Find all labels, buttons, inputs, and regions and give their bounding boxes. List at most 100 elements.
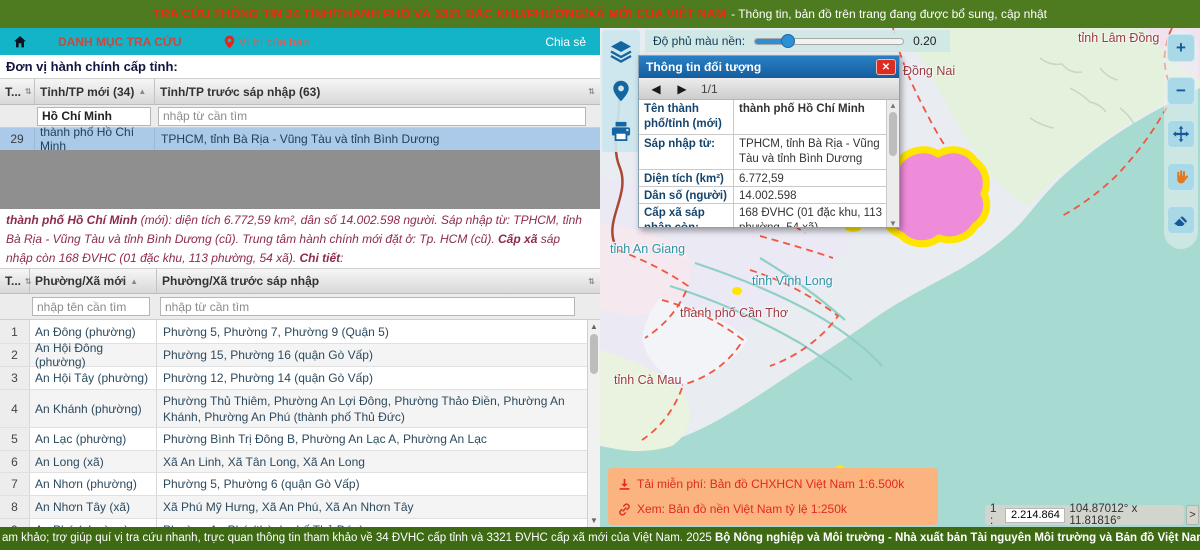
province-col-index[interactable]: T... ⇅: [0, 79, 35, 104]
printer-icon: [610, 121, 632, 141]
eraser-icon: [1172, 211, 1190, 229]
map-label-lam-dong: tỉnh Lâm Đồng: [1078, 31, 1159, 45]
nav-your-location[interactable]: Vị trí của bạn: [224, 35, 310, 49]
province-description: thành phố Hồ Chí Minh (mới): diện tích 6…: [0, 211, 592, 268]
title-bar: TRA CỨU THÔNG TIN 34 TỈNH/THÀNH PHỐ VÀ 3…: [0, 0, 1200, 28]
close-button[interactable]: ✕: [876, 59, 896, 75]
scrollbar-thumb[interactable]: [590, 334, 598, 374]
table-row[interactable]: 2 An Hội Đông (phường) Phường 15, Phường…: [0, 344, 587, 367]
opacity-value: 0.20: [913, 34, 936, 48]
province-old-filter-input[interactable]: [158, 107, 586, 126]
opacity-panel: Độ phủ màu nền: 0.20: [645, 30, 950, 52]
section-title: Đơn vị hành chính cấp tỉnh:: [6, 59, 178, 74]
scroll-up-icon[interactable]: ▲: [588, 322, 600, 331]
popup-attribute-table: Tên thành phố/tỉnh (mới) thành phố Hồ Ch…: [639, 100, 899, 228]
attribute-row: Dân số (người) 14.002.598: [639, 187, 899, 204]
sort-asc-icon: ▲: [138, 87, 146, 96]
scale-prefix: 1 :: [990, 503, 1001, 527]
view-link[interactable]: Xem: Bản đồ nền Việt Nam tỷ lệ 1:250k: [618, 502, 938, 516]
zoom-in-button[interactable]: +: [1167, 34, 1195, 62]
footer-publisher: Bộ Nông nghiệp và Môi trường - Nhà xuất …: [715, 532, 1200, 544]
attribute-row: Tên thành phố/tỉnh (mới) thành phố Hồ Ch…: [639, 100, 899, 135]
zoom-out-button[interactable]: −: [1167, 77, 1195, 105]
prev-icon: ◀: [651, 82, 660, 96]
pan-button[interactable]: [1167, 120, 1195, 148]
map-label-ca-mau: tỉnh Cà Mau: [614, 373, 681, 387]
table-row-selected[interactable]: 29 thành phố Hồ Chí Minh TPHCM, tỉnh Bà …: [0, 128, 600, 150]
next-button[interactable]: ▶: [669, 79, 695, 99]
attribute-row: Cấp xã sáp nhập còn: 168 ĐVHC (01 đặc kh…: [639, 204, 899, 228]
home-icon[interactable]: [12, 34, 28, 50]
sort-icon: ⇅: [588, 87, 595, 96]
opacity-label: Độ phủ màu nền:: [653, 34, 745, 48]
scroll-down-icon[interactable]: ▼: [887, 219, 899, 228]
download-icon: [618, 478, 631, 491]
print-button[interactable]: [608, 118, 634, 144]
table-row[interactable]: 8 An Nhơn Tây (xã) Xã Phú Mỹ Hưng, Xã An…: [0, 496, 587, 519]
scale-input[interactable]: [1005, 508, 1065, 523]
sort-icon: ⇅: [25, 87, 32, 96]
row-index: 29: [0, 128, 35, 150]
province-old-names: TPHCM, tỉnh Bà Rịa - Vũng Tàu và tỉnh Bì…: [155, 128, 600, 150]
scroll-up-icon[interactable]: ▲: [887, 101, 899, 110]
hand-icon: [1173, 168, 1190, 186]
slider-handle[interactable]: [781, 34, 795, 48]
map-toolbar: [602, 30, 640, 152]
map-label-dong-nai: Đồng Nai: [903, 64, 955, 78]
ward-rows: 1 An Đông (phường) Phường 5, Phường 7, P…: [0, 320, 587, 527]
map-label-vinh-long: tỉnh Vĩnh Long: [752, 274, 833, 288]
opacity-slider[interactable]: [754, 38, 904, 45]
province-filter-input[interactable]: [37, 107, 151, 126]
layers-button[interactable]: [608, 38, 634, 64]
table-row[interactable]: 4 An Khánh (phường) Phường Thủ Thiêm, Ph…: [0, 390, 587, 428]
attribute-row: Sáp nhập từ: TPHCM, tỉnh Bà Rịa - Vũng T…: [639, 135, 899, 170]
download-link[interactable]: Tải miễn phí: Bản đồ CHXHCN Việt Nam 1:6…: [618, 477, 938, 491]
ward-old-filter-input[interactable]: [160, 297, 575, 316]
ward-col-index[interactable]: T... ⇅: [0, 269, 30, 293]
nav-menu-catalog[interactable]: DANH MỤC TRA CỨU: [58, 35, 182, 49]
ward-col-old[interactable]: Phường/Xã trước sáp nhập ⇅: [157, 269, 600, 293]
ward-table: T... ⇅ Phường/Xã mới ▲ Phường/Xã trước s…: [0, 268, 600, 320]
province-table: T... ⇅ Tỉnh/TP mới (34) ▲ Tỉnh/TP trước …: [0, 78, 600, 150]
table-row[interactable]: 5 An Lạc (phường) Phường Bình Trị Đông B…: [0, 428, 587, 451]
attribute-row: Diện tích (km²) 6.772,59: [639, 170, 899, 187]
scale-bar: 1 : 104.87012° x 11.81816°: [985, 505, 1184, 525]
map-label-can-tho: thành phố Cần Thơ: [680, 306, 788, 320]
page-title: TRA CỨU THÔNG TIN 34 TỈNH/THÀNH PHỐ VÀ 3…: [153, 7, 726, 21]
zoom-in-icon: +: [1176, 38, 1186, 58]
ward-col-new[interactable]: Phường/Xã mới ▲: [30, 269, 157, 293]
province-col-new[interactable]: Tỉnh/TP mới (34) ▲: [35, 79, 155, 104]
locate-button[interactable]: [608, 78, 634, 104]
prev-button[interactable]: ◀: [643, 79, 669, 99]
map-links-box: Tải miễn phí: Bản đồ CHXHCN Việt Nam 1:6…: [608, 468, 938, 525]
scrollbar-thumb[interactable]: [889, 112, 897, 156]
popup-header[interactable]: Thông tin đối tượng ✕: [639, 56, 899, 78]
table-row[interactable]: 7 An Nhơn (phường) Phường 5, Phường 6 (q…: [0, 473, 587, 496]
ward-table-scrollbar[interactable]: ▲ ▼: [587, 320, 600, 527]
popup-scrollbar[interactable]: ▲ ▼: [886, 100, 899, 228]
scroll-down-icon[interactable]: ▼: [588, 516, 600, 525]
share-button[interactable]: Chia sẻ: [545, 35, 586, 49]
table-row[interactable]: 9 An Phú (phường) Phường An Phú (thành p…: [0, 519, 587, 527]
ward-filter-input[interactable]: [32, 297, 150, 316]
close-icon: ✕: [882, 62, 890, 73]
pan-icon: [1172, 125, 1190, 143]
location-pin-icon: [224, 35, 235, 49]
province-col-old[interactable]: Tỉnh/TP trước sáp nhập (63) ⇅: [155, 79, 600, 104]
left-panel: Đơn vị hành chính cấp tỉnh: T... ⇅ Tỉnh/…: [0, 55, 600, 527]
nav-location-label: Vị trí của bạn: [239, 35, 310, 49]
pan-hand-button[interactable]: [1167, 163, 1195, 191]
table-row[interactable]: 3 An Hội Tây (phường) Phường 12, Phường …: [0, 367, 587, 390]
popup-title: Thông tin đối tượng: [646, 60, 761, 74]
expand-button[interactable]: >: [1186, 505, 1199, 525]
page-indicator: 1/1: [701, 82, 718, 96]
map-canvas[interactable]: tỉnh Lâm Đồng Đồng Nai tỉnh An Giang tỉn…: [600, 28, 1200, 527]
erase-button[interactable]: [1167, 206, 1195, 234]
empty-area: [0, 150, 600, 209]
link-icon: [618, 503, 631, 516]
table-row[interactable]: 6 An Long (xã) Xã An Linh, Xã Tân Long, …: [0, 451, 587, 473]
sort-icon: ⇅: [588, 277, 595, 286]
popup-pager: ◀ ▶ 1/1: [639, 78, 899, 100]
page-subtitle: - Thông tin, bản đồ trên trang đang được…: [731, 7, 1047, 21]
province-new-name: thành phố Hồ Chí Minh: [35, 128, 155, 150]
